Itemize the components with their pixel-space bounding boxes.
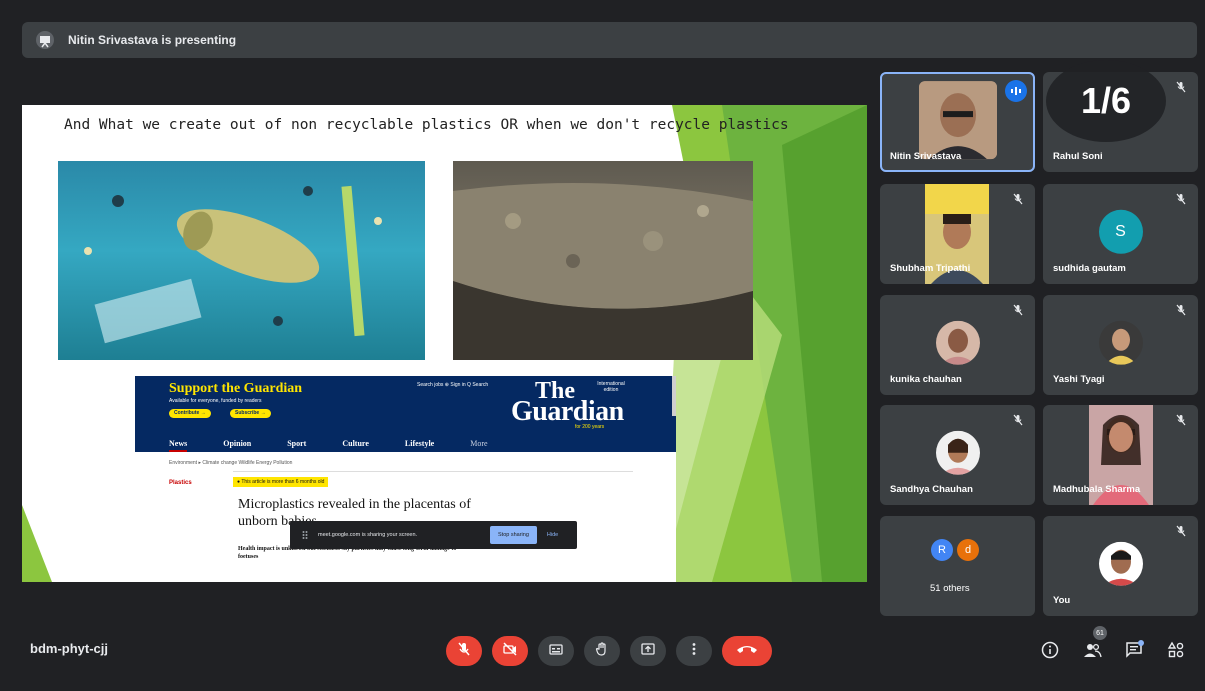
guardian-nav: News Opinion Sport Culture Lifestyle Mor…: [169, 435, 524, 452]
meeting-details-button[interactable]: [1038, 640, 1062, 664]
guardian-header: Support the Guardian Available for every…: [135, 376, 676, 452]
mic-off-icon: [1174, 413, 1188, 427]
avatar: [1098, 541, 1143, 586]
mic-off-icon: [1174, 524, 1188, 538]
participant-count-badge: 61: [1093, 626, 1107, 640]
participant-name: sudhida gautam: [1053, 263, 1126, 274]
mic-off-icon: [1174, 192, 1188, 206]
guardian-nav-more: More: [470, 439, 488, 448]
participant-tile-sudhida-gautam[interactable]: S sudhida gautam: [1043, 184, 1198, 284]
meeting-code: bdm-phyt-cjj: [30, 641, 108, 656]
participant-tile-kunika-chauhan[interactable]: kunika chauhan: [880, 295, 1035, 395]
camera-toggle-button[interactable]: [492, 636, 528, 666]
guardian-support-text: Support the Guardian: [169, 381, 303, 396]
guardian-subscribe-button: Subscribe →: [230, 409, 271, 418]
guardian-tag: Plastics: [169, 480, 192, 486]
participant-video: [919, 81, 997, 160]
stop-sharing-button[interactable]: Stop sharing: [490, 526, 537, 544]
others-avatars: R d: [931, 539, 979, 561]
call-end-icon: [736, 642, 758, 660]
hide-button[interactable]: Hide: [547, 532, 558, 538]
info-icon: [1041, 641, 1059, 664]
participant-tile-sandhya-chauhan[interactable]: Sandhya Chauhan: [880, 405, 1035, 505]
present-button[interactable]: [630, 636, 666, 666]
avatar-initial: S: [1098, 209, 1143, 254]
more-vert-icon: [686, 641, 702, 662]
leave-call-button[interactable]: [722, 636, 772, 666]
participant-name: Madhubala Sharma: [1053, 484, 1141, 495]
screen-share-bar: meet.google.com is sharing your screen. …: [290, 521, 577, 549]
more-options-button[interactable]: [676, 636, 712, 666]
avatar-initial: d: [957, 539, 979, 561]
mic-toggle-button[interactable]: [446, 636, 482, 666]
guardian-scrollbar: [672, 376, 676, 416]
avatar: [935, 320, 980, 365]
guardian-edition: International edition: [597, 381, 625, 393]
avatar-initial: R: [931, 539, 953, 561]
guardian-nav-culture: Culture: [342, 439, 369, 448]
participant-name: Sandhya Chauhan: [890, 484, 973, 495]
hand-icon: [594, 641, 610, 662]
mic-off-icon: [1011, 192, 1025, 206]
guardian-nav-news: News: [169, 435, 188, 452]
guardian-years: for 200 years: [575, 424, 605, 430]
speaking-indicator-icon: [1005, 80, 1027, 102]
present-screen-icon: [640, 641, 656, 662]
guardian-support-sub: Available for everyone, funded by reader…: [169, 398, 262, 404]
drag-handle-icon[interactable]: [300, 530, 310, 540]
screen-share-text: meet.google.com is sharing your screen.: [318, 532, 418, 538]
ocean-plastic-image: [58, 161, 425, 360]
activities-button[interactable]: [1164, 640, 1188, 664]
participant-tile-others[interactable]: R d 51 others: [880, 516, 1035, 616]
guardian-article-screenshot: Support the Guardian Available for every…: [135, 376, 676, 582]
avatar: [935, 430, 980, 475]
participant-name: Yashi Tyagi: [1053, 374, 1105, 385]
participant-name: You: [1053, 595, 1071, 606]
activities-icon: [1167, 641, 1185, 664]
participant-tile-madhubala-sharma[interactable]: Madhubala Sharma: [1043, 405, 1198, 505]
mic-off-icon: [456, 641, 472, 662]
raise-hand-button[interactable]: [584, 636, 620, 666]
people-icon: [1082, 641, 1102, 664]
presenting-banner: Nitin Srivastava is presenting: [22, 22, 1197, 58]
participant-name: Nitin Srivastava: [890, 151, 962, 162]
guardian-nav-opinion: Opinion: [223, 439, 252, 448]
presented-slide: And What we create out of non recyclable…: [22, 105, 867, 582]
chat-notification-dot: [1138, 640, 1144, 646]
landfill-waste-image: [453, 161, 753, 360]
captions-icon: [548, 641, 564, 662]
avatar: [1098, 320, 1143, 365]
mic-off-icon: [1174, 80, 1188, 94]
slide-title: And What we create out of non recyclable…: [64, 117, 789, 133]
mic-off-icon: [1011, 413, 1025, 427]
guardian-contribute-button: Contribute →: [169, 409, 211, 418]
participant-tile-you[interactable]: You: [1043, 516, 1198, 616]
people-button[interactable]: [1080, 640, 1104, 664]
guardian-sections: Environment ▸ Climate change Wildlife En…: [169, 460, 293, 466]
others-count: 51 others: [930, 583, 970, 594]
page-indicator: 1/6: [1046, 60, 1166, 142]
mic-off-icon: [1174, 303, 1188, 317]
mic-off-icon: [1011, 303, 1025, 317]
guardian-nav-lifestyle: Lifestyle: [404, 439, 435, 448]
participant-tile-shubham-tripathi[interactable]: Shubham Tripathi: [880, 184, 1035, 284]
participant-name: Shubham Tripathi: [890, 263, 971, 274]
participant-name: kunika chauhan: [890, 374, 962, 385]
camera-off-icon: [502, 641, 518, 662]
guardian-logo: Guardian: [511, 396, 624, 427]
presenting-text: Nitin Srivastava is presenting: [68, 33, 237, 47]
captions-button[interactable]: [538, 636, 574, 666]
presentation-icon: [34, 29, 56, 51]
guardian-age-badge: ● This article is more than 6 months old: [233, 477, 329, 487]
guardian-top-links: Search jobs ⊕ Sign in Q Search: [417, 382, 489, 388]
participant-tile-yashi-tyagi[interactable]: Yashi Tyagi: [1043, 295, 1198, 395]
guardian-nav-sport: Sport: [287, 439, 307, 448]
divider: [233, 471, 633, 472]
participant-name: Rahul Soni: [1053, 151, 1103, 162]
